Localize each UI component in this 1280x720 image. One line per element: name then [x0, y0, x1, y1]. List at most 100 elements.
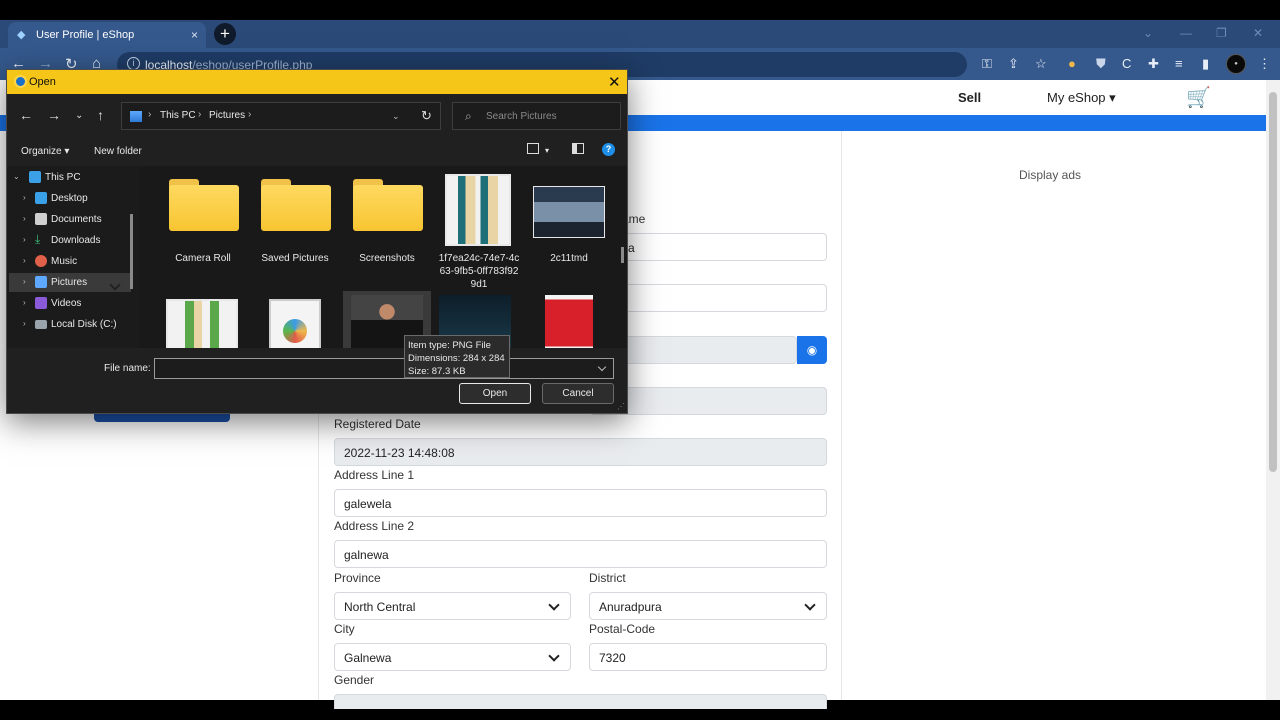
breadcrumb-chevron-icon: ›	[148, 109, 152, 120]
tab-bar: ◆ User Profile | eShop × + ⌄ — ❐ ✕	[0, 20, 1280, 48]
up-folder-icon[interactable]: ↑	[97, 107, 104, 123]
dialog-forward-icon[interactable]: →	[47, 107, 61, 123]
window-close-button[interactable]: ✕	[1253, 26, 1263, 40]
search-icon: ⌕	[465, 109, 472, 123]
restore-button[interactable]: ❐	[1216, 26, 1227, 40]
tree-item-music[interactable]: › Music	[9, 252, 131, 271]
postal-code-input[interactable]: 7320	[589, 643, 827, 671]
address2-input[interactable]: galnewa	[334, 540, 827, 568]
tab-title: User Profile | eShop	[36, 29, 135, 41]
expand-arrow-icon[interactable]: ›	[23, 214, 26, 223]
breadcrumb[interactable]: This PC › › Pictures › ⌄	[121, 102, 441, 130]
profile-avatar[interactable]: ●	[1226, 54, 1246, 74]
music-icon	[35, 255, 47, 267]
postal-code-label: Postal-Code	[589, 622, 656, 636]
tab-user-profile[interactable]: ◆ User Profile | eShop ×	[8, 22, 206, 48]
media-queue-icon[interactable]: ≡	[1175, 56, 1183, 71]
show-password-eye-icon[interactable]: ◉	[797, 336, 827, 364]
new-folder-button[interactable]: New folder	[94, 146, 142, 157]
address2-label: Address Line 2	[334, 519, 415, 533]
dialog-back-icon[interactable]: ←	[19, 107, 33, 123]
breadcrumb-this-pc[interactable]: This PC	[160, 110, 196, 121]
pictures-icon	[35, 276, 47, 288]
dialog-titlebar[interactable]: Open ✕	[7, 70, 627, 94]
tooltip-size: Size: 87.3 KB	[408, 366, 466, 377]
view-options-icon[interactable]	[527, 143, 539, 154]
refresh-icon[interactable]: ↻	[421, 108, 432, 124]
cancel-button[interactable]: Cancel	[542, 383, 614, 404]
breadcrumb-dropdown-icon[interactable]: ⌄	[392, 111, 400, 122]
tree-item-local-disk[interactable]: › Local Disk (C:)	[9, 315, 131, 334]
district-select[interactable]: Anuradpura	[589, 592, 827, 620]
dialog-close-button[interactable]: ✕	[608, 73, 621, 91]
shield-extension-icon[interactable]: ⛊	[1096, 56, 1106, 72]
tree-item-pictures[interactable]: › Pictures	[9, 273, 131, 292]
desktop-icon	[35, 192, 47, 204]
registered-date-label: Registered Date	[334, 417, 421, 431]
breadcrumb-pictures[interactable]: Pictures	[209, 110, 245, 121]
sell-link[interactable]: Sell	[958, 90, 981, 105]
expand-arrow-icon[interactable]: ⌄	[13, 172, 20, 181]
province-select[interactable]: North Central	[334, 592, 571, 620]
open-button[interactable]: Open	[459, 383, 531, 404]
bookmark-star-icon[interactable]: ☆	[1035, 56, 1047, 72]
help-icon[interactable]: ?	[602, 143, 615, 156]
pictures-icon	[130, 111, 142, 122]
chrome-app-icon	[14, 75, 27, 88]
tooltip-dimensions: Dimensions: 284 x 284	[408, 353, 505, 364]
recent-locations-icon[interactable]: ⌄	[75, 110, 83, 121]
my-eshop-dropdown[interactable]: My eShop ▾	[1047, 90, 1116, 106]
city-select[interactable]: Galnewa	[334, 643, 571, 671]
file-name-label: File name:	[104, 363, 151, 374]
key-icon[interactable]: ⚿	[982, 56, 992, 72]
extension-c-icon[interactable]: C	[1122, 56, 1131, 71]
bats-thumbnail	[166, 299, 238, 348]
file-list-scrollbar[interactable]	[621, 247, 624, 263]
file-name-input[interactable]	[154, 358, 614, 379]
menu-kebab-icon[interactable]: ⋮	[1258, 56, 1271, 72]
address1-input[interactable]: galewela	[334, 489, 827, 517]
tab-close-icon[interactable]: ×	[191, 28, 198, 42]
puzzle-extensions-icon[interactable]: ✚	[1148, 56, 1159, 72]
file-list: Camera Roll Saved Pictures Screenshots 1…	[139, 166, 627, 348]
tree-item-videos[interactable]: › Videos	[9, 294, 131, 313]
tab-search-icon[interactable]: ⌄	[1143, 26, 1153, 40]
expand-arrow-icon[interactable]: ›	[23, 298, 26, 307]
eshop-favicon-icon: ◆	[17, 29, 26, 41]
preview-pane-icon[interactable]	[572, 143, 584, 154]
navigation-tree: ⌄ This PC › Desktop › Documents › ⤓ Down…	[7, 166, 139, 348]
videos-icon	[35, 297, 47, 309]
expand-arrow-icon[interactable]: ›	[23, 277, 26, 286]
tree-item-downloads[interactable]: › ⤓ Downloads	[9, 231, 131, 250]
district-label: District	[589, 571, 626, 585]
cart-icon[interactable]: 🛒	[1186, 85, 1211, 110]
resize-grip-icon[interactable]: ⋰	[617, 402, 625, 411]
new-tab-button[interactable]: +	[214, 23, 236, 45]
breadcrumb-chevron-icon: ›	[248, 109, 252, 120]
cookie-extension-icon[interactable]: ●	[1068, 56, 1076, 71]
province-label: Province	[334, 571, 381, 585]
search-pictures-box[interactable]: ⌕ Search Pictures	[452, 102, 621, 130]
side-panel-icon[interactable]: ▮	[1202, 56, 1209, 72]
disk-icon	[35, 320, 47, 329]
expand-arrow-icon[interactable]: ›	[23, 319, 26, 328]
page-scrollbar[interactable]	[1266, 80, 1280, 700]
city-label: City	[334, 622, 355, 636]
tree-scrollbar[interactable]	[130, 214, 133, 289]
expand-arrow-icon[interactable]: ›	[23, 235, 26, 244]
share-icon[interactable]: ⇪	[1008, 56, 1019, 72]
page-scrollbar-thumb[interactable]	[1269, 92, 1277, 472]
gender-field	[334, 694, 827, 709]
expand-arrow-icon[interactable]: ›	[23, 193, 26, 202]
folder-icon	[169, 179, 239, 231]
breadcrumb-chevron-icon: ›	[198, 109, 202, 120]
tree-item-desktop[interactable]: › Desktop	[9, 189, 131, 208]
organize-menu[interactable]: Organize ▾	[21, 146, 69, 157]
tree-item-documents[interactable]: › Documents	[9, 210, 131, 229]
folder-icon	[353, 179, 423, 231]
minimize-button[interactable]: —	[1180, 26, 1192, 40]
view-dropdown-icon[interactable]: ▾	[545, 146, 549, 155]
address1-label: Address Line 1	[334, 468, 415, 482]
tree-item-this-pc[interactable]: ⌄ This PC	[9, 168, 131, 187]
expand-arrow-icon[interactable]: ›	[23, 256, 26, 265]
